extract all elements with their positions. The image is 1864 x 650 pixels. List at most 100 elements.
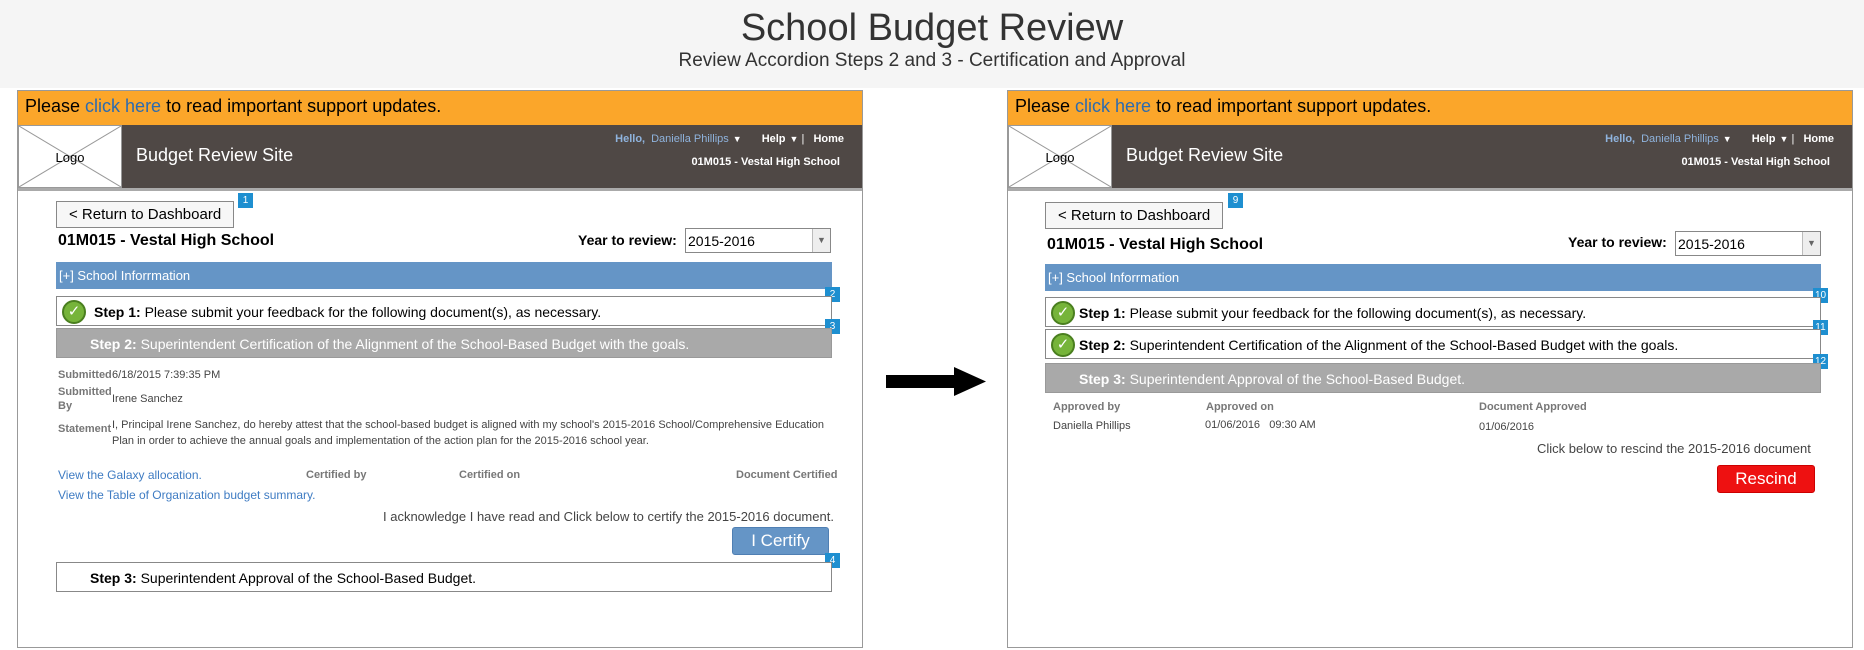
return-to-dashboard-button[interactable]: < Return to Dashboard [1045, 202, 1224, 229]
left-screen: Please click here to read important supp… [17, 90, 863, 648]
year-select[interactable]: 2015-2016 ▼ [685, 228, 831, 253]
table-of-organization-link[interactable]: View the Table of Organization budget su… [58, 488, 315, 502]
submitted-by-label: Submitted By [58, 386, 112, 412]
top-navbar: Logo Budget Review Site Hello, Daniella P… [18, 125, 862, 188]
school-heading: 01M015 - Vestal High School [1047, 236, 1264, 253]
divider: | [1788, 133, 1798, 145]
step-2-text: Superintendent Certification of the Alig… [136, 336, 690, 352]
document-approved-value: 01/06/2016 [1479, 421, 1535, 433]
page-title: School Budget Review [740, 7, 1124, 49]
top-navbar: Logo Budget Review Site Hello, Daniella P… [1008, 125, 1852, 188]
step-3-text: Superintendent Approval of the School-Ba… [136, 570, 477, 586]
annotation-badge: 1 [238, 193, 253, 208]
certified-by-header: Certified by [306, 469, 367, 481]
logo[interactable]: Logo [1008, 125, 1112, 188]
check-icon: ✓ [1051, 301, 1075, 325]
hello-label: Hello, [1605, 133, 1636, 145]
hello-label: Hello, [615, 133, 646, 145]
user-caret-icon[interactable]: ▼ [1723, 134, 1732, 144]
logo-label: Logo [1045, 150, 1075, 165]
home-link[interactable]: Home [813, 133, 844, 145]
approved-on-header: Approved on [1206, 401, 1274, 413]
step-3-text: Superintendent Approval of the School-Ba… [1125, 371, 1466, 387]
approved-by-value: Daniella Phillips [1053, 420, 1131, 432]
help-menu[interactable]: Help [762, 133, 786, 145]
approved-by-header: Approved by [1053, 401, 1121, 413]
step-2-label: Step 2: Superintendent Certification of … [1079, 337, 1678, 353]
step-3-row[interactable]: Step 3: Superintendent Approval of the S… [56, 562, 832, 592]
divider: | [798, 133, 808, 145]
galaxy-allocation-link[interactable]: View the Galaxy allocation. [58, 468, 202, 482]
help-menu[interactable]: Help [1752, 133, 1776, 145]
certify-button[interactable]: I Certify [732, 527, 829, 555]
annotation-badge: 9 [1228, 193, 1243, 208]
step-2-row[interactable]: ✓ Step 2: Superintendent Certification o… [1045, 329, 1821, 359]
step-1-label: Step 1: Please submit your feedback for … [1079, 305, 1586, 321]
user-name[interactable]: Daniella Phillips [651, 133, 729, 145]
step-1-row[interactable]: ✓ Step 1: Please submit your feedback fo… [56, 296, 832, 326]
header-school-code: 01M015 - Vestal High School [1681, 156, 1830, 168]
rescind-button[interactable]: Rescind [1717, 465, 1815, 493]
logo[interactable]: Logo [18, 125, 122, 188]
year-label: Year to review: [578, 232, 677, 248]
document-approved-header: Document Approved [1479, 401, 1587, 413]
rescind-prompt: Click below to rescind the 2015-2016 doc… [1537, 441, 1811, 456]
header-school-code: 01M015 - Vestal High School [691, 156, 840, 168]
step-1-row[interactable]: ✓ Step 1: Please submit your feedback fo… [1045, 297, 1821, 327]
header-divider [18, 188, 862, 191]
return-to-dashboard-button[interactable]: < Return to Dashboard [56, 201, 235, 228]
step-1-text: Please submit your feedback for the foll… [1125, 305, 1587, 321]
school-information-accordion[interactable]: [+] School Inforrmation [56, 262, 832, 289]
step-1-bold: Step 1: [1079, 305, 1126, 321]
school-information-accordion[interactable]: [+] School Inforrmation [1045, 264, 1821, 291]
certified-on-header: Certified on [459, 469, 521, 481]
support-prefix: Please [25, 96, 86, 116]
step-2-label: Step 2: Superintendent Certification of … [90, 336, 689, 352]
check-icon: ✓ [62, 300, 86, 324]
step-3-bold: Step 3: [1079, 371, 1126, 387]
submitted-label: Submitted [58, 369, 112, 381]
header-divider [1008, 188, 1852, 191]
support-link[interactable]: click here [85, 96, 161, 116]
check-icon: ✓ [1051, 333, 1075, 357]
user-name[interactable]: Daniella Phillips [1641, 133, 1719, 145]
support-link[interactable]: click here [1075, 96, 1151, 116]
chevron-down-icon[interactable]: ▼ [812, 229, 830, 252]
support-banner: Please click here to read important supp… [18, 91, 862, 125]
support-banner: Please click here to read important supp… [1008, 91, 1852, 125]
support-prefix: Please [1015, 96, 1076, 116]
year-label: Year to review: [1568, 234, 1667, 250]
step-2-row[interactable]: Step 2: Superintendent Certification of … [56, 328, 832, 358]
support-suffix: to read important support updates. [161, 96, 442, 116]
document-certified-header: Document Certified [736, 469, 838, 481]
user-bar: Hello, Daniella Phillips ▼ Help ▼ | Home [1605, 133, 1834, 145]
school-heading: 01M015 - Vestal High School [58, 232, 275, 249]
step-3-label: Step 3: Superintendent Approval of the S… [1079, 371, 1465, 387]
chevron-down-icon[interactable]: ▼ [1802, 232, 1820, 255]
submitted-by-value: Irene Sanchez [112, 393, 183, 405]
step-3-bold: Step 3: [90, 570, 137, 586]
step-3-label: Step 3: Superintendent Approval of the S… [90, 570, 476, 586]
step-2-bold: Step 2: [1079, 337, 1126, 353]
statement-label: Statement [58, 423, 112, 435]
user-caret-icon[interactable]: ▼ [733, 134, 742, 144]
site-title: Budget Review Site [136, 145, 294, 165]
step-1-label: Step 1: Please submit your feedback for … [94, 304, 601, 320]
step-1-bold: Step 1: [94, 304, 141, 320]
right-screen: Please click here to read important supp… [1007, 90, 1853, 648]
logo-label: Logo [55, 150, 85, 165]
page-subtitle: Review Accordion Steps 2 and 3 - Certifi… [678, 50, 1186, 71]
user-bar: Hello, Daniella Phillips ▼ Help ▼ | Home [615, 133, 844, 145]
year-select[interactable]: 2015-2016 ▼ [1675, 231, 1821, 256]
site-title: Budget Review Site [1126, 145, 1284, 165]
step-2-bold: Step 2: [90, 336, 137, 352]
home-link[interactable]: Home [1803, 133, 1834, 145]
support-suffix: to read important support updates. [1151, 96, 1432, 116]
step-3-row[interactable]: Step 3: Superintendent Approval of the S… [1045, 363, 1821, 393]
transition-arrow-icon [886, 367, 986, 396]
acknowledge-text: I acknowledge I have read and Click belo… [383, 509, 834, 524]
step-1-text: Please submit your feedback for the foll… [140, 304, 602, 320]
year-select-value: 2015-2016 [688, 233, 755, 249]
year-select-value: 2015-2016 [1678, 236, 1745, 252]
submitted-value: 6/18/2015 7:39:35 PM [112, 369, 221, 381]
